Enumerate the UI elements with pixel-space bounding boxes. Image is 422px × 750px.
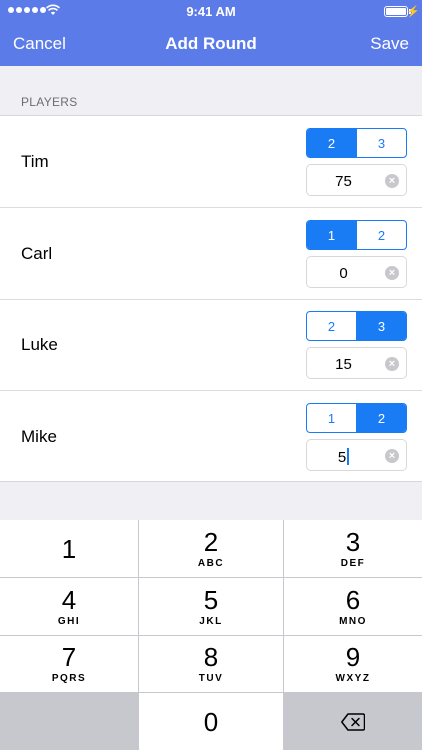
- score-multiplier-segmented-control[interactable]: 2 3: [306, 311, 407, 341]
- key-0[interactable]: 0: [139, 693, 283, 750]
- score-field-active[interactable]: 5 ×: [306, 439, 407, 471]
- segment-option[interactable]: 3: [356, 312, 406, 340]
- score-field[interactable]: 75 ×: [306, 164, 407, 196]
- player-name: Mike: [21, 427, 57, 446]
- key-number: 8: [203, 642, 219, 672]
- player-row: Luke 2 3 15 ×: [0, 299, 422, 391]
- key-number: 0: [203, 706, 219, 737]
- number-keypad: 1 2 ABC 3 DEF 4 GHI 5 JKL 6 MNO 7 PQRS 8…: [0, 520, 422, 750]
- key-letters: GHI: [57, 615, 81, 627]
- key-number: 9: [345, 642, 361, 672]
- charging-bolt-icon: ⚡: [406, 6, 420, 18]
- player-row: Tim 2 3 75 ×: [0, 116, 422, 208]
- key-9[interactable]: 9 WXYZ: [284, 636, 422, 692]
- score-multiplier-segmented-control[interactable]: 2 3: [306, 128, 407, 158]
- key-6[interactable]: 6 MNO: [284, 578, 422, 635]
- key-2[interactable]: 2 ABC: [139, 520, 283, 577]
- segment-option[interactable]: 2: [356, 404, 406, 432]
- section-header-players: PLAYERS: [21, 95, 78, 109]
- key-number: 5: [203, 584, 219, 615]
- player-row: Mike 1 2 5 ×: [0, 391, 422, 483]
- player-name: Tim: [21, 152, 49, 171]
- score-value: 15: [335, 356, 352, 373]
- key-letters: MNO: [339, 615, 367, 627]
- key-letters: DEF: [340, 557, 366, 569]
- segment-option[interactable]: 1: [307, 404, 356, 432]
- key-letters: ABC: [197, 557, 225, 569]
- key-7[interactable]: 7 PQRS: [0, 636, 138, 692]
- key-5[interactable]: 5 JKL: [139, 578, 283, 635]
- key-letters: PQRS: [51, 673, 87, 684]
- text-cursor: [347, 448, 350, 465]
- score-value-text: 5: [337, 449, 347, 466]
- key-number: 2: [203, 526, 219, 557]
- score-multiplier-segmented-control[interactable]: 1 2: [306, 220, 407, 250]
- segment-option[interactable]: 2: [307, 129, 356, 157]
- status-bar: 9:41 AM ⚡: [0, 0, 422, 22]
- player-name: Luke: [21, 335, 58, 354]
- score-value: 75: [335, 173, 352, 190]
- key-blank: [0, 693, 138, 750]
- key-3[interactable]: 3 DEF: [284, 520, 422, 577]
- key-number: 1: [61, 533, 77, 564]
- score-value: 5: [307, 448, 380, 466]
- key-letters: JKL: [199, 615, 223, 627]
- key-number: 3: [345, 526, 361, 557]
- key-4[interactable]: 4 GHI: [0, 578, 138, 635]
- key-8[interactable]: 8 TUV: [139, 636, 283, 692]
- players-list: Tim 2 3 75 × Carl 1 2 0 × Luke 2 3 15 ×: [0, 115, 422, 482]
- segment-option[interactable]: 3: [356, 129, 406, 157]
- score-value: 0: [339, 265, 348, 282]
- segment-option[interactable]: 2: [356, 221, 406, 249]
- key-letters: TUV: [198, 673, 224, 684]
- clear-icon[interactable]: ×: [385, 357, 399, 371]
- key-letters: WXYZ: [335, 673, 371, 684]
- battery-icon: [384, 6, 408, 17]
- player-row: Carl 1 2 0 ×: [0, 208, 422, 300]
- key-number: 4: [61, 584, 77, 615]
- page-title: Add Round: [165, 34, 257, 53]
- key-1[interactable]: 1: [0, 520, 138, 577]
- segment-option[interactable]: 1: [307, 221, 356, 249]
- top-bar: 9:41 AM ⚡ Cancel Add Round Save: [0, 0, 422, 66]
- navigation-bar: Cancel Add Round Save: [0, 22, 422, 66]
- score-multiplier-segmented-control[interactable]: 1 2: [306, 403, 407, 433]
- clear-icon[interactable]: ×: [385, 174, 399, 188]
- key-number: 6: [345, 584, 361, 615]
- delete-backspace-icon: [341, 712, 365, 731]
- score-field[interactable]: 0 ×: [306, 256, 407, 288]
- save-button[interactable]: Save: [370, 34, 409, 54]
- delete-key[interactable]: [284, 693, 422, 750]
- status-time: 9:41 AM: [186, 4, 236, 19]
- score-field[interactable]: 15 ×: [306, 347, 407, 379]
- key-number: 7: [61, 642, 77, 672]
- clear-icon[interactable]: ×: [385, 266, 399, 280]
- clear-icon[interactable]: ×: [385, 449, 399, 463]
- segment-option[interactable]: 2: [307, 312, 356, 340]
- player-name: Carl: [21, 244, 53, 263]
